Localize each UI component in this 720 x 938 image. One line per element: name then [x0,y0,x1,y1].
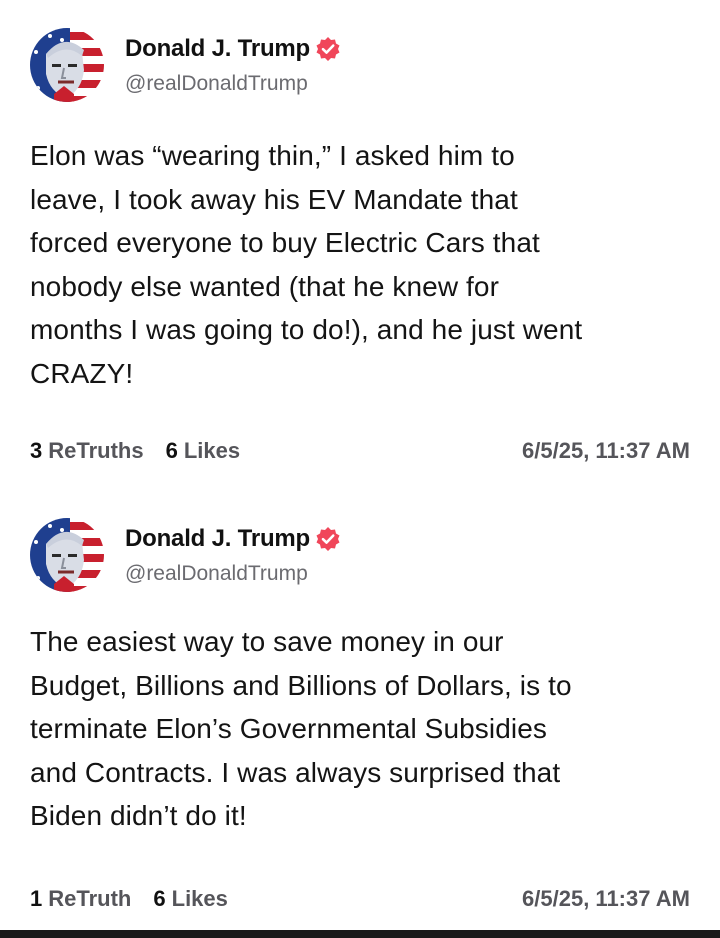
author-name-row: Donald J. Trump [125,524,341,554]
author-name[interactable]: Donald J. Trump [125,525,310,553]
verified-badge-icon [315,36,341,62]
truth-post[interactable]: Donald J. Trump @realDonaldTrump The eas… [0,490,720,930]
post-line: and Contracts. I was always surprised th… [30,756,561,788]
post-line: months I was going to do!), and he just … [30,314,583,346]
likes-number: 6 [153,886,166,911]
retruths-number: 1 [30,886,43,911]
retruths-label: ReTruth [48,886,132,911]
post-line: Biden didn’t do it! [30,800,247,832]
author-name-row: Donald J. Trump [125,34,341,64]
post-line: Budget, Billions and Billions of Dollars… [30,669,572,701]
truth-post[interactable]: Donald J. Trump @realDonaldTrump Elon wa… [0,0,720,490]
post-line: CRAZY! [30,357,134,389]
likes-label: Likes [171,886,228,911]
retruths-label: ReTruths [48,438,144,463]
avatar-portrait-flag-icon[interactable] [30,518,104,592]
likes-number: 6 [165,438,178,463]
likes-label: Likes [183,438,241,463]
post-stats: 3 ReTruths 6 Likes [30,438,240,464]
post-footer: 3 ReTruths 6 Likes 6/5/25, 11:37 AM [30,436,690,466]
likes-count[interactable]: 6 Likes [166,438,241,464]
author-handle[interactable]: @realDonaldTrump [125,72,308,96]
author-name[interactable]: Donald J. Trump [125,35,310,63]
post-body: The easiest way to save money in our Bud… [30,620,700,838]
post-header: Donald J. Trump @realDonaldTrump [30,518,690,598]
retruths-count[interactable]: 1 ReTruth [30,886,131,912]
verified-badge-icon [315,526,341,552]
post-stats: 1 ReTruth 6 Likes [30,886,228,912]
bottom-divider [0,930,720,938]
post-line: forced everyone to buy Electric Cars tha… [30,227,540,259]
retruths-number: 3 [30,438,43,463]
avatar-portrait-flag-icon[interactable] [30,28,104,102]
post-line: terminate Elon’s Governmental Subsidies [30,713,547,745]
post-body: Elon was “wearing thin,” I asked him to … [30,134,700,396]
author-handle[interactable]: @realDonaldTrump [125,562,308,586]
post-line: leave, I took away his EV Mandate that [30,183,518,215]
post-line: nobody else wanted (that he knew for [30,270,500,302]
post-line: The easiest way to save money in our [30,626,504,657]
likes-count[interactable]: 6 Likes [153,886,228,912]
post-timestamp[interactable]: 6/5/25, 11:37 AM [522,438,690,464]
post-header: Donald J. Trump @realDonaldTrump [30,28,690,108]
post-line: Elon was “wearing thin,” I asked him to [30,140,515,171]
post-timestamp[interactable]: 6/5/25, 11:37 AM [522,886,690,912]
retruths-count[interactable]: 3 ReTruths [30,438,144,464]
post-footer: 1 ReTruth 6 Likes 6/5/25, 11:37 AM [30,884,690,914]
